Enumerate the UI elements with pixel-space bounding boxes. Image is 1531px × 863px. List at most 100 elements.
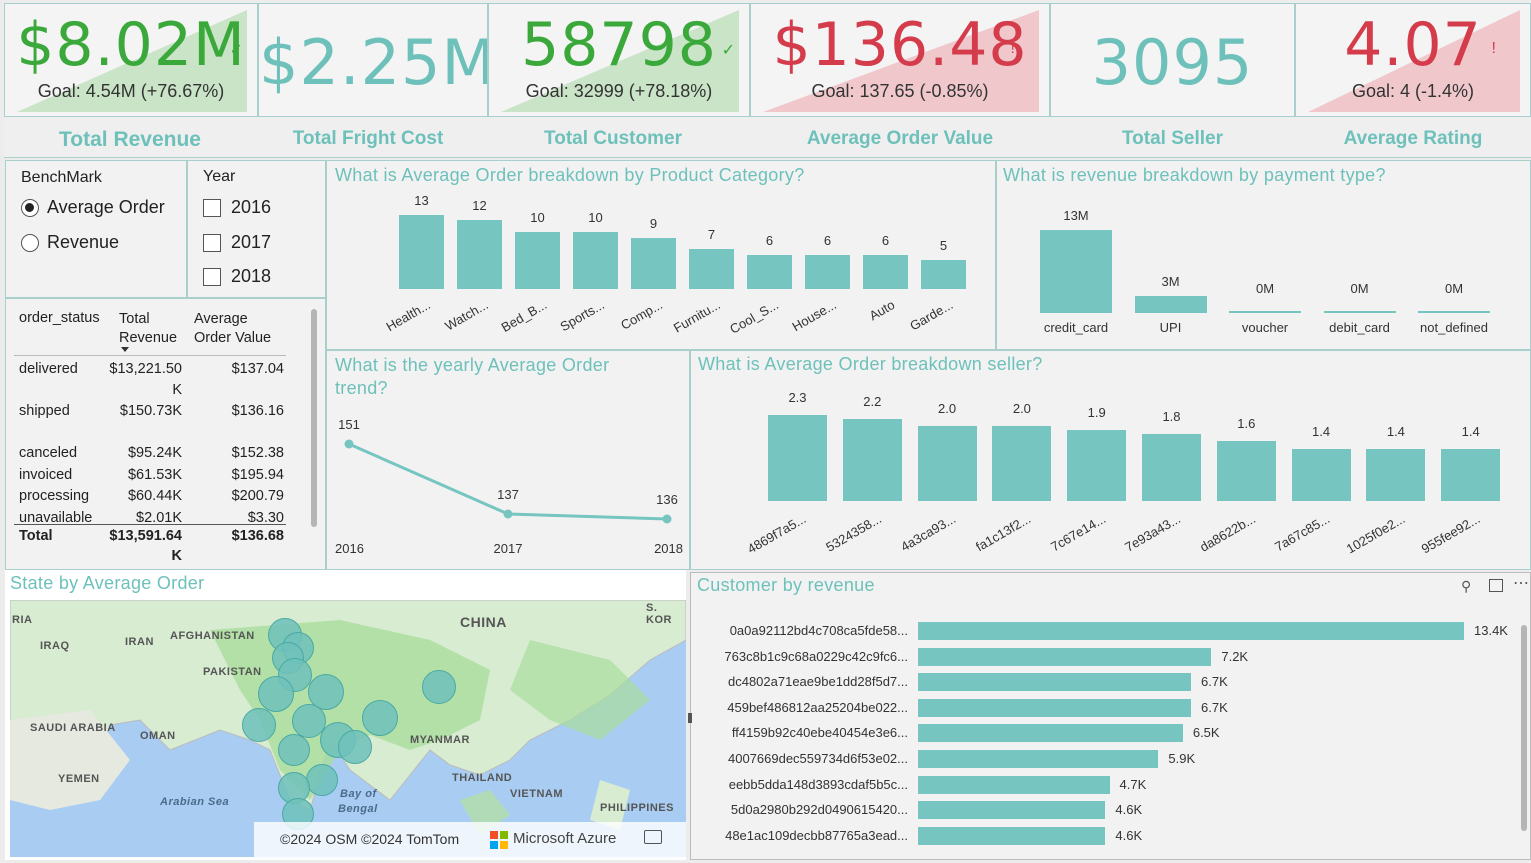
bar bbox=[1366, 448, 1426, 501]
bar-value-label: 6.7K bbox=[1201, 674, 1228, 690]
bar bbox=[1142, 433, 1201, 501]
kpi-title: Total Fright Cost bbox=[292, 128, 444, 149]
category-label: Sports... bbox=[557, 297, 607, 335]
map-label: IRAN bbox=[125, 636, 154, 648]
map-label: CHINA bbox=[460, 614, 507, 630]
bar bbox=[918, 622, 1464, 640]
bar bbox=[1291, 448, 1351, 501]
map-label: OMAN bbox=[140, 730, 176, 742]
trend-x-label: 2016 bbox=[335, 541, 364, 556]
bubble[interactable] bbox=[258, 676, 294, 712]
bar bbox=[1441, 448, 1501, 501]
bubble[interactable] bbox=[306, 764, 338, 796]
benchmark-option-average-order[interactable]: Average Order bbox=[21, 197, 165, 218]
bubble[interactable] bbox=[278, 734, 310, 766]
check-icon: ✓ bbox=[229, 42, 243, 59]
bubble[interactable] bbox=[362, 700, 398, 736]
exclamation-icon: ! bbox=[1010, 40, 1015, 57]
bar bbox=[515, 231, 560, 289]
kpi-card: 4.07! Goal: 4 (-1.4%) bbox=[1295, 3, 1531, 117]
table-scrollbar[interactable] bbox=[311, 309, 317, 527]
trend-point[interactable] bbox=[344, 439, 354, 449]
kpi-title: Average Rating bbox=[1343, 128, 1483, 149]
map-label: S. KOR bbox=[646, 602, 672, 626]
kpi-card: 58798 ✓ Goal: 32999 (+78.18%) bbox=[488, 3, 750, 117]
table-header-total-revenue[interactable]: Total Revenue bbox=[119, 310, 181, 348]
map-label: AFGHANISTAN bbox=[170, 630, 255, 642]
checkbox-icon[interactable] bbox=[203, 199, 221, 218]
comment-icon[interactable] bbox=[644, 830, 662, 844]
year-option-2016[interactable]: 2016 bbox=[203, 197, 271, 218]
map-canvas[interactable]: RIA IRAQ IRAN AFGHANISTAN PAKISTAN CHINA S. KO… bbox=[10, 600, 686, 857]
bubble[interactable] bbox=[338, 730, 372, 764]
year-title: Year bbox=[203, 168, 236, 185]
bubble[interactable] bbox=[422, 670, 456, 704]
trend-x-label: 2017 bbox=[494, 541, 523, 556]
microsoft-logo-icon bbox=[490, 831, 508, 849]
bar-value-label: 5.9K bbox=[1168, 751, 1196, 766]
bar bbox=[805, 254, 850, 289]
table-header-order-status[interactable]: order_status bbox=[19, 310, 100, 326]
table-cell: processing bbox=[19, 488, 90, 504]
customer-bar-chart: 0a0a92112bd4c708ca5fde58... 13.4K 763c8b1c… bbox=[691, 573, 1531, 861]
trend-value-label: 137 bbox=[497, 487, 519, 502]
kpi-value: $8.02M bbox=[16, 10, 246, 80]
bar bbox=[457, 220, 502, 289]
map-title: State by Average Order bbox=[10, 573, 205, 593]
bar-value-label: 13 bbox=[414, 192, 429, 208]
kpi-card: $136.48! Goal: 137.65 (-0.85%) bbox=[750, 3, 1050, 117]
bar-value-label: 0M bbox=[1350, 281, 1369, 296]
trend-line-chart: 151 2016 137 2017 136 2018 bbox=[335, 417, 683, 556]
map-attribution: ©2024 OSM ©2024 TomTom bbox=[280, 831, 460, 847]
benchmark-option-revenue[interactable]: Revenue bbox=[21, 232, 119, 253]
bar bbox=[1067, 429, 1127, 501]
table-cell: $152.38 bbox=[231, 445, 284, 461]
trend-point[interactable] bbox=[503, 509, 513, 519]
table-cell: invoiced bbox=[19, 467, 73, 483]
kpi-card: $2.25M bbox=[258, 3, 488, 117]
year-option-2017[interactable]: 2017 bbox=[203, 232, 271, 253]
customer-label: 4007669dec559734d6f53e02... bbox=[727, 751, 908, 766]
table-cell: $195.94 bbox=[231, 467, 284, 483]
category-label: House... bbox=[789, 297, 839, 335]
bar-value-label: 3M bbox=[1161, 274, 1180, 290]
bar-value-label: 6 bbox=[881, 232, 890, 248]
trend-point[interactable] bbox=[662, 514, 672, 524]
bar-value-label: 1.4 bbox=[1386, 423, 1405, 439]
bar bbox=[631, 237, 676, 289]
table-total-cell: Total bbox=[19, 528, 53, 544]
bar bbox=[918, 801, 1106, 820]
bar-value-label: 1.4 bbox=[1461, 423, 1480, 439]
category-label: Furnitu... bbox=[671, 297, 723, 336]
map-label: IRAQ bbox=[40, 640, 70, 652]
table-header-avg-order[interactable]: Average Order Value bbox=[194, 310, 284, 348]
customer-label: dc4802a71eae9be1dd28f5d7... bbox=[727, 674, 908, 690]
seller-label: 4a3ca93... bbox=[898, 511, 959, 555]
category-label: UPI bbox=[1159, 320, 1182, 335]
trend-chart-panel: What is the yearly Average Order trend? … bbox=[326, 350, 690, 570]
year-option-2018[interactable]: 2018 bbox=[203, 266, 271, 287]
table-total-cell: $136.68 bbox=[231, 528, 284, 544]
bar-value-label: 13.4K bbox=[1474, 623, 1508, 638]
table-cell: $61.53K bbox=[127, 467, 182, 483]
category-label: debit_card bbox=[1329, 320, 1390, 335]
bar bbox=[842, 418, 902, 501]
bar-value-label: 7 bbox=[707, 227, 716, 242]
bar-value-label: 1.4 bbox=[1312, 423, 1331, 439]
radio-selected-icon[interactable] bbox=[21, 199, 39, 218]
exclamation-icon: ! bbox=[1491, 40, 1496, 57]
bar bbox=[918, 775, 1110, 794]
category-label: voucher bbox=[1241, 320, 1289, 335]
category-label: Cool_S... bbox=[727, 297, 781, 337]
bar bbox=[1229, 311, 1301, 313]
category-label: Health... bbox=[383, 297, 433, 335]
trend-value-label: 136 bbox=[656, 492, 678, 507]
bubble[interactable] bbox=[242, 708, 276, 742]
bar-value-label: 0M bbox=[1444, 281, 1464, 296]
bar-value-label: 2.3 bbox=[788, 389, 807, 405]
radio-icon[interactable] bbox=[21, 234, 39, 253]
checkbox-icon[interactable] bbox=[203, 234, 221, 253]
checkbox-icon[interactable] bbox=[203, 268, 221, 287]
bar-value-label: 6.7K bbox=[1201, 699, 1228, 715]
kpi-value: 58798 bbox=[521, 10, 717, 80]
